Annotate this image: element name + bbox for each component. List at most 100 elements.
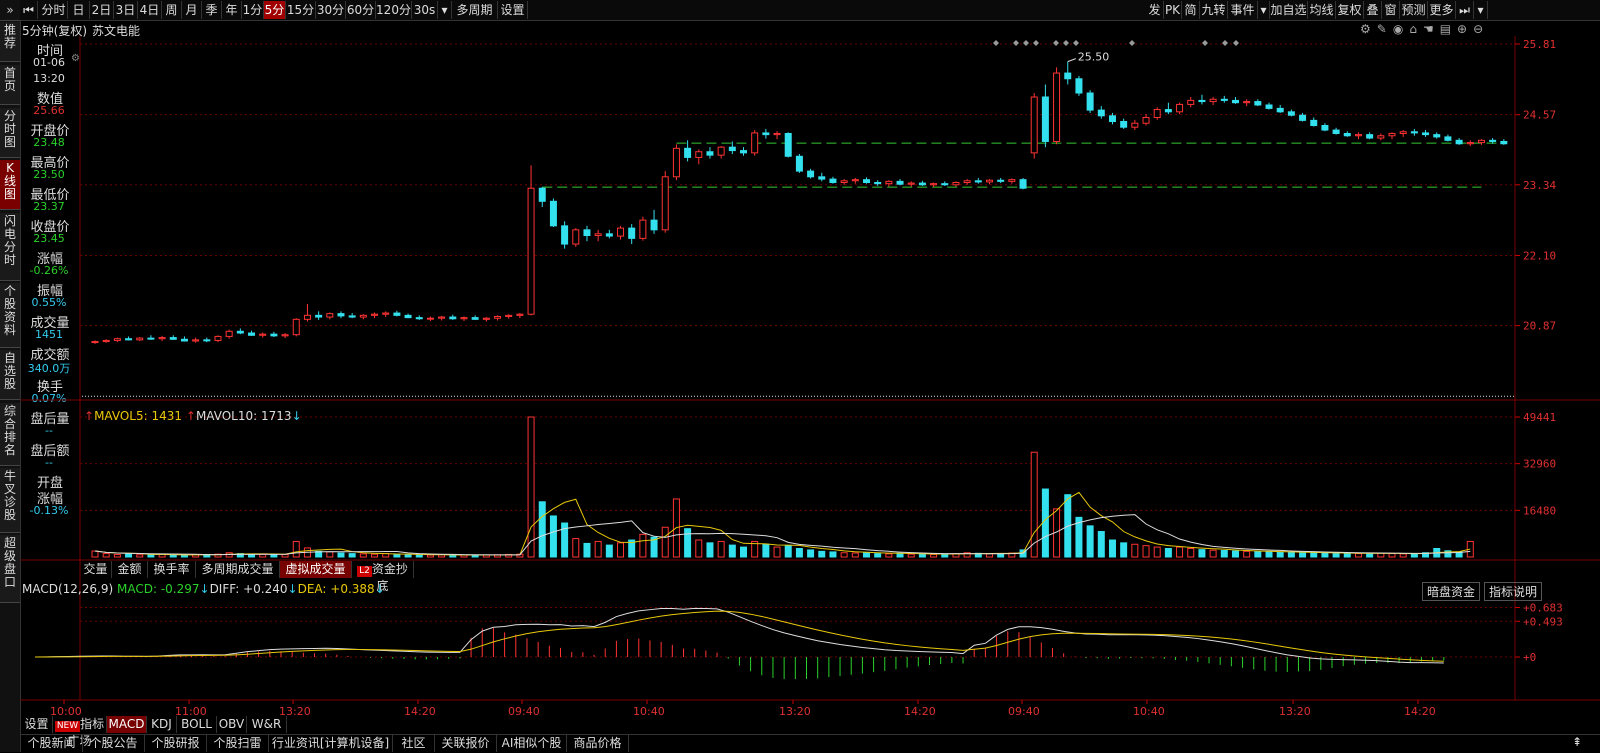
indicator-tab-2[interactable]: MACD [107,716,147,733]
candle-27 [393,310,401,317]
macd-value: -0.297 [160,582,200,596]
candle-116 [1388,132,1396,140]
volume-bar-107 [1287,551,1295,558]
candle-13 [236,328,244,335]
event-diamond-0 [993,40,999,46]
candle-121 [1444,134,1452,142]
bottom-tab-6[interactable]: 关联报价 [435,735,497,752]
event-diamond-10 [1233,40,1239,46]
volume-tab-0[interactable]: 交量 [80,561,112,578]
bottom-tab-5[interactable]: 社区 [393,735,435,752]
indicator-tab-1[interactable]: NEW 指标广场 [53,716,107,748]
volume-bar-58 [740,546,748,558]
volume-bar-43 [572,538,580,558]
candle-51 [661,171,669,233]
candle-126 [1500,139,1508,145]
candle-122 [1455,138,1463,145]
candle-45 [594,229,602,242]
candle-59 [751,130,759,156]
bottom-tab-1[interactable]: 个股公告 [83,735,145,752]
price-axis-label: 25.81 [1523,38,1556,51]
candle-28 [404,313,412,319]
volume-tab-4[interactable]: 虚拟成交量 [280,561,352,578]
volume-bar-4 [136,554,144,558]
candle-113 [1354,132,1362,140]
price-axis-label: 20.87 [1523,320,1556,333]
volume-bar-5 [147,554,155,558]
candle-86 [1053,67,1061,145]
volume-bar-53 [684,528,692,558]
candle-68 [851,177,859,184]
volume-bar-108 [1299,552,1307,558]
volume-bar-98 [1187,548,1195,558]
candle-58 [740,147,748,156]
bottom-tab-2[interactable]: 个股研报 [145,735,207,752]
candle-16 [270,331,278,338]
time-axis-label: 14:20 [904,705,936,718]
volume-bar-24 [359,553,367,558]
macd-axis-label: +0.683 [1523,602,1563,615]
candle-1 [102,339,110,343]
candle-10 [203,337,211,343]
volume-bar-28 [404,554,412,558]
l2-badge: L2 [357,566,372,577]
bottom-tab-8[interactable]: 商品价格 [567,735,629,752]
candle-109 [1310,117,1318,127]
volume-tab-5[interactable]: L2 资金抄底 [352,561,414,593]
bottom-tab-7[interactable]: AI相似个股 [497,735,567,752]
volume-bar-30 [426,554,434,558]
expand-icon[interactable]: ⇞ [1572,735,1582,749]
bottom-tabs: 个股新闻 个股公告 个股研报 个股扫雷 行业资讯[计算机设备] 社区 关联报价 AI相似个股商… [21,734,1600,753]
volume-bar-17 [281,553,289,558]
candle-43 [572,228,580,247]
candle-0 [91,340,99,344]
dea-value: +0.388 [330,582,375,596]
volume-tab-2[interactable]: 换手率 [148,561,196,578]
candle-11 [214,335,222,343]
event-diamond-1 [1013,40,1019,46]
candle-75 [930,182,938,188]
indicator-tab-4[interactable]: BOLL [177,716,217,733]
candle-83 [1019,177,1027,190]
indicator-tab-3[interactable]: KDJ [147,716,177,733]
bottom-tab-0[interactable]: 个股新闻 [21,735,83,752]
volume-bar-16 [270,554,278,558]
candle-63 [795,154,803,173]
candle-101 [1220,95,1228,103]
candle-95 [1153,107,1161,120]
macd-title: MACD(12,26,9) [22,582,114,596]
bottom-tab-4[interactable]: 行业资讯[计算机设备] [269,735,393,752]
volume-bar-105 [1265,551,1273,558]
volume-tab-3[interactable]: 多周期成交量 [196,561,280,578]
candle-30 [426,316,434,322]
candle-36 [494,315,502,321]
candle-48 [628,224,636,245]
indicator-tab-5[interactable]: OBV [217,716,247,733]
volume-bar-84 [1030,451,1038,558]
candle-38 [516,313,524,319]
candle-41 [549,198,557,227]
volume-bar-55 [706,542,714,558]
indicator-help-button[interactable]: 指标说明 [1484,582,1543,601]
dea-line [34,610,1444,662]
candle-100 [1209,96,1217,105]
volume-bar-40 [538,501,546,558]
time-axis-label: 13:20 [779,705,811,718]
dark-pool-button[interactable]: 暗盘资金 [1422,582,1481,601]
candle-62 [784,132,792,158]
candle-102 [1231,96,1239,104]
kline-chart[interactable]: 25.81 24.57 23.34 22.10 20.87 25.50 49441 32960… [0,0,1600,752]
volume-bar-44 [583,542,591,558]
indicator-tab-6[interactable]: W&R [247,716,287,733]
indicator-tab-0[interactable]: 设置 [21,716,53,733]
volume-bar-25 [371,553,379,558]
candle-98 [1187,96,1195,108]
bottom-tab-3[interactable]: 个股扫雷 [207,735,269,752]
price-axis-label: 23.34 [1523,179,1556,192]
candle-97 [1176,102,1184,115]
volume-tab-1[interactable]: 金额 [112,561,148,578]
candle-15 [259,332,267,338]
candle-99 [1198,94,1206,105]
volume-bar-102 [1231,550,1239,558]
volume-bar-22 [337,552,345,558]
